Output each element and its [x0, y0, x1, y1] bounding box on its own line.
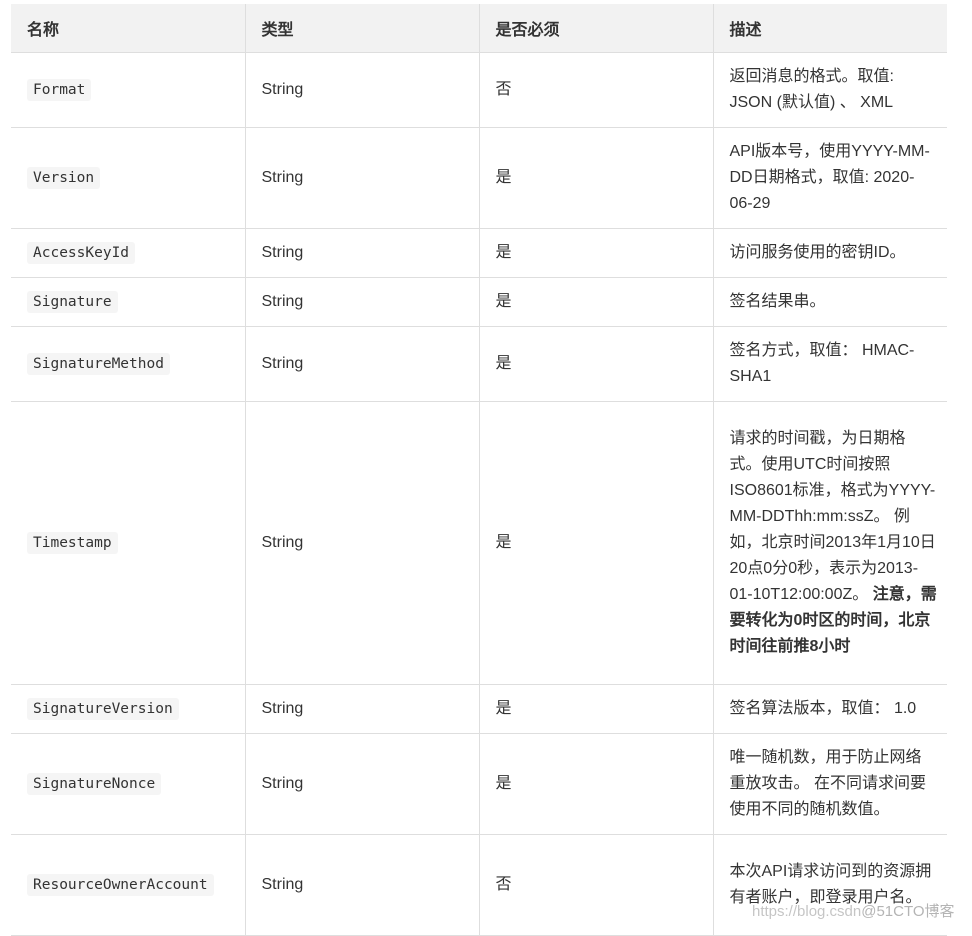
param-type: String: [244, 684, 479, 734]
param-description: 签名算法版本，取值： 1.0: [729, 699, 917, 717]
header-required: 是否必须: [478, 4, 713, 53]
param-required: 是: [478, 228, 713, 278]
param-description-cell: 签名方式，取值： HMAC-SHA1: [712, 326, 947, 402]
param-name-cell: SignatureMethod: [11, 326, 245, 402]
table-row: Timestamp String 是 请求的时间戳，为日期格式。使用UTC时间按…: [11, 401, 947, 685]
parameter-table-container: 名称 类型 是否必须 描述 Format String 否 返回消息的格式。取值…: [11, 4, 947, 936]
param-description-cell: 唯一随机数，用于防止网络重放攻击。 在不同请求间要使用不同的随机数值。: [712, 733, 947, 835]
header-type: 类型: [244, 4, 479, 53]
param-description: 请求的时间戳，为日期格式。使用UTC时间按照ISO8601标准，格式为YYYY-…: [729, 429, 936, 603]
param-description-cell: 返回消息的格式。取值: JSON (默认值) 、 XML: [712, 52, 947, 128]
param-type: String: [244, 52, 479, 128]
param-description: API版本号，使用YYYY-MM-DD日期格式，取值: 2020-06-29: [729, 142, 930, 212]
param-description-cell: API版本号，使用YYYY-MM-DD日期格式，取值: 2020-06-29: [712, 127, 947, 229]
param-description: 唯一随机数，用于防止网络重放攻击。 在不同请求间要使用不同的随机数值。: [729, 748, 926, 818]
param-name: Signature: [27, 290, 118, 313]
param-required: 是: [478, 277, 713, 327]
param-description-cell: 签名算法版本，取值： 1.0: [712, 684, 947, 734]
param-name-cell: AccessKeyId: [11, 228, 245, 278]
param-required: 是: [478, 326, 713, 402]
param-required: 是: [478, 733, 713, 835]
param-name: SignatureNonce: [27, 772, 162, 795]
param-name: SignatureMethod: [27, 352, 170, 375]
param-type: String: [244, 733, 479, 835]
param-required: 是: [478, 684, 713, 734]
param-description: 签名方式，取值： HMAC-SHA1: [729, 341, 915, 385]
param-name-cell: Version: [11, 127, 245, 229]
param-name: ResourceOwnerAccount: [27, 873, 214, 896]
param-name: SignatureVersion: [27, 697, 179, 720]
param-description-cell: 本次API请求访问到的资源拥有者账户，即登录用户名。: [712, 834, 947, 936]
param-name: AccessKeyId: [27, 241, 136, 264]
param-description: 访问服务使用的密钥ID。: [729, 243, 906, 261]
param-description: 返回消息的格式。取值: JSON (默认值) 、 XML: [729, 67, 894, 111]
param-description: 本次API请求访问到的资源拥有者账户，即登录用户名。: [729, 862, 932, 906]
param-type: String: [244, 834, 479, 936]
table-row: SignatureVersion String 是 签名算法版本，取值： 1.0: [11, 684, 947, 734]
param-type: String: [244, 228, 479, 278]
param-name: Timestamp: [27, 531, 118, 554]
parameter-table: 名称 类型 是否必须 描述 Format String 否 返回消息的格式。取值…: [11, 4, 947, 936]
param-type: String: [244, 127, 479, 229]
param-description-cell: 请求的时间戳，为日期格式。使用UTC时间按照ISO8601标准，格式为YYYY-…: [712, 401, 947, 685]
table-row: Signature String 是 签名结果串。: [11, 277, 947, 327]
param-name: Format: [27, 78, 92, 101]
param-name-cell: SignatureVersion: [11, 684, 245, 734]
param-required: 否: [478, 52, 713, 128]
header-name: 名称: [11, 4, 245, 53]
table-row: Format String 否 返回消息的格式。取值: JSON (默认值) 、…: [11, 52, 947, 128]
param-description: 签名结果串。: [729, 292, 826, 310]
param-name-cell: ResourceOwnerAccount: [11, 834, 245, 936]
header-description: 描述: [712, 4, 947, 53]
table-header-row: 名称 类型 是否必须 描述: [11, 4, 947, 53]
table-row: SignatureNonce String 是 唯一随机数，用于防止网络重放攻击…: [11, 733, 947, 835]
table-row: AccessKeyId String 是 访问服务使用的密钥ID。: [11, 228, 947, 278]
param-type: String: [244, 401, 479, 685]
param-name-cell: SignatureNonce: [11, 733, 245, 835]
table-row: Version String 是 API版本号，使用YYYY-MM-DD日期格式…: [11, 127, 947, 229]
param-name-cell: Format: [11, 52, 245, 128]
param-name-cell: Timestamp: [11, 401, 245, 685]
param-type: String: [244, 326, 479, 402]
param-description-cell: 签名结果串。: [712, 277, 947, 327]
param-name: Version: [27, 166, 101, 189]
param-description-cell: 访问服务使用的密钥ID。: [712, 228, 947, 278]
param-required: 是: [478, 401, 713, 685]
param-required: 是: [478, 127, 713, 229]
param-name-cell: Signature: [11, 277, 245, 327]
param-type: String: [244, 277, 479, 327]
param-required: 否: [478, 834, 713, 936]
table-row: SignatureMethod String 是 签名方式，取值： HMAC-S…: [11, 326, 947, 402]
table-row: ResourceOwnerAccount String 否 本次API请求访问到…: [11, 834, 947, 936]
